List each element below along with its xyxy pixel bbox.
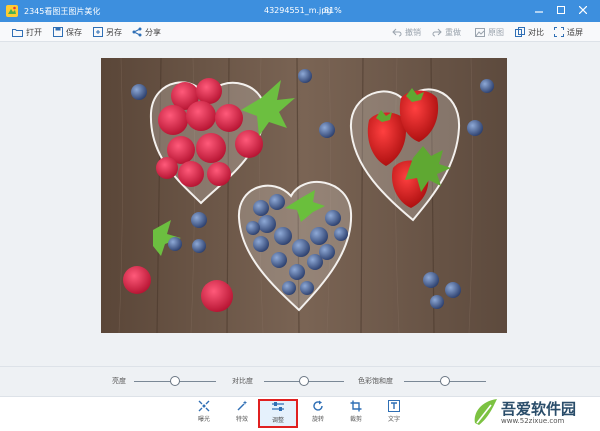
exposure-tool-button[interactable]: 曝光 xyxy=(186,400,222,428)
text-icon xyxy=(388,400,400,412)
crop-tool-label: 裁剪 xyxy=(349,416,362,423)
fit-screen-label: 适屏 xyxy=(567,27,583,37)
berries-photo xyxy=(101,58,507,333)
contrast-label: 对比度 xyxy=(232,377,253,385)
redo-button[interactable]: 重做 xyxy=(432,25,461,39)
app-logo-icon xyxy=(6,5,18,17)
save-icon xyxy=(53,27,63,37)
original-button[interactable]: 原图 xyxy=(475,25,504,39)
crop-icon xyxy=(350,400,362,412)
crop-tool-button[interactable]: 裁剪 xyxy=(338,400,374,428)
exposure-icon xyxy=(198,400,210,412)
text-tool-label: 文字 xyxy=(387,416,400,423)
original-label: 原图 xyxy=(488,27,504,37)
text-tool-button[interactable]: 文字 xyxy=(376,400,412,428)
brightness-label: 亮度 xyxy=(112,377,126,385)
saturation-label: 色彩饱和度 xyxy=(358,377,393,385)
magic-wand-icon xyxy=(237,400,248,411)
contrast-slider-thumb[interactable] xyxy=(299,376,309,386)
rotate-icon xyxy=(313,400,323,411)
adjust-tool-label: 调整 xyxy=(271,417,284,424)
share-icon xyxy=(132,27,142,37)
fit-screen-button[interactable]: 适屏 xyxy=(554,25,583,39)
save-as-button[interactable]: 另存 xyxy=(93,25,122,39)
folder-icon xyxy=(12,28,23,37)
effects-tool-label: 特效 xyxy=(235,416,248,423)
maximize-icon xyxy=(557,6,565,14)
exposure-tool-label: 曝光 xyxy=(197,416,210,423)
close-icon xyxy=(579,6,587,14)
effects-tool-button[interactable]: 特效 xyxy=(224,400,260,428)
site-watermark: 吾爱软件园 www.52zixue.com xyxy=(471,395,597,429)
redo-icon xyxy=(432,28,442,36)
close-button[interactable] xyxy=(576,3,590,17)
rotate-tool-label: 旋转 xyxy=(311,416,324,423)
save-as-icon xyxy=(93,27,103,37)
watermark-text: 吾爱软件园 xyxy=(501,400,577,418)
open-label: 打开 xyxy=(26,27,42,37)
image-icon xyxy=(475,27,485,37)
undo-icon xyxy=(392,28,402,36)
save-label: 保存 xyxy=(66,27,82,37)
save-as-label: 另存 xyxy=(106,27,122,37)
redo-label: 重做 xyxy=(445,27,461,37)
brightness-slider-thumb[interactable] xyxy=(170,376,180,386)
compare-label: 对比 xyxy=(528,27,544,37)
saturation-slider-thumb[interactable] xyxy=(440,376,450,386)
file-name: 43294551_m.jpg xyxy=(264,6,332,15)
adjust-tool-button[interactable]: 调整 xyxy=(258,399,298,428)
toolbar: 打开 保存 另存 分享 撤销 重做 原图 对比 适屏 xyxy=(0,22,600,42)
minimize-button[interactable] xyxy=(532,3,546,17)
adjustment-panel: 亮度 对比度 色彩饱和度 xyxy=(0,366,600,396)
fit-screen-icon xyxy=(554,27,564,37)
share-button[interactable]: 分享 xyxy=(132,25,161,39)
share-label: 分享 xyxy=(145,27,161,37)
watermark-url: www.52zixue.com xyxy=(501,417,565,425)
title-bar: 2345看图王图片美化 43294551_m.jpg 81% xyxy=(0,0,600,22)
watermark-logo-icon xyxy=(474,399,497,425)
maximize-button[interactable] xyxy=(554,3,568,17)
rotate-tool-button[interactable]: 旋转 xyxy=(300,400,336,428)
compare-icon xyxy=(515,27,525,37)
undo-button[interactable]: 撤销 xyxy=(392,25,421,39)
zoom-level: 81% xyxy=(324,6,342,15)
app-title: 2345看图王图片美化 xyxy=(24,7,101,16)
image-canvas[interactable] xyxy=(0,42,600,366)
undo-label: 撤销 xyxy=(405,27,421,37)
save-button[interactable]: 保存 xyxy=(53,25,82,39)
sliders-icon xyxy=(272,402,284,411)
compare-button[interactable]: 对比 xyxy=(515,25,544,39)
open-button[interactable]: 打开 xyxy=(12,25,42,39)
minimize-icon xyxy=(535,11,543,13)
